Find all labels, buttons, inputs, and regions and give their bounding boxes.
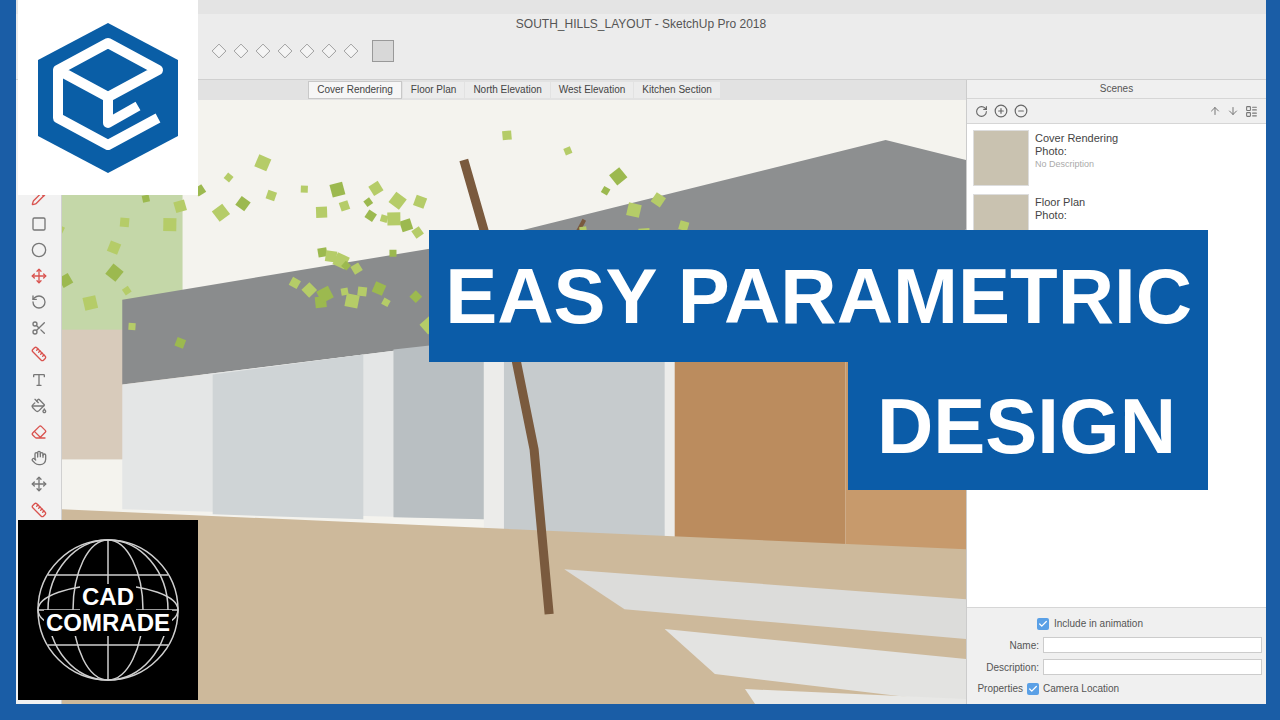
tool-icon[interactable]	[31, 216, 47, 232]
window-title: SOUTH_HILLS_LAYOUT - SketchUp Pro 2018	[16, 14, 1266, 34]
tool-icon[interactable]	[31, 268, 47, 284]
scene-item[interactable]: Cover RenderingPhoto:No Description	[967, 130, 1266, 186]
add-icon[interactable]	[994, 104, 1008, 118]
menu-bar	[16, 0, 1266, 14]
scene-photo-label: Photo:	[1035, 145, 1118, 158]
include-animation-label: Include in animation	[1054, 616, 1143, 631]
scenes-title: Scenes	[967, 80, 1266, 99]
field-input[interactable]	[1043, 637, 1262, 653]
property-label: Camera Location	[1043, 681, 1119, 696]
view-icons	[16, 34, 1266, 62]
move-up-icon[interactable]	[1209, 105, 1221, 117]
remove-icon[interactable]	[1014, 104, 1028, 118]
tool-icon[interactable]	[31, 320, 47, 336]
view-icon[interactable]	[344, 44, 359, 59]
scene-tab[interactable]: West Elevation	[551, 82, 634, 98]
tool-icon[interactable]	[31, 450, 47, 466]
scene-properties: Include in animation Name: Description: Pro…	[967, 608, 1266, 704]
scene-name: Cover Rendering	[1035, 132, 1118, 145]
properties-label: Properties	[967, 681, 1023, 696]
scene-tab[interactable]: Cover Rendering	[308, 81, 402, 99]
refresh-icon[interactable]	[975, 105, 988, 118]
tool-icon[interactable]	[31, 424, 47, 440]
view-icon[interactable]	[278, 44, 293, 59]
view-icon[interactable]	[234, 44, 249, 59]
field-label: Name:	[967, 638, 1039, 653]
badge-text: CAD	[80, 584, 136, 610]
tool-icon[interactable]	[31, 398, 47, 414]
view-icon[interactable]	[322, 44, 337, 59]
sketchup-logo	[18, 0, 198, 195]
title-banner: DESIGN	[848, 362, 1208, 490]
scene-tab[interactable]: Kitchen Section	[634, 82, 720, 98]
move-down-icon[interactable]	[1227, 105, 1239, 117]
tool-icon[interactable]	[31, 346, 47, 362]
scene-photo-label: Photo:	[1035, 209, 1085, 222]
thumbnail: SOUTH_HILLS_LAYOUT - SketchUp Pro 2018 Co…	[0, 0, 1280, 720]
scene-tab[interactable]: Floor Plan	[403, 82, 465, 98]
cad-comrade-logo: CADCOMRADE	[18, 520, 198, 700]
scene-name: Floor Plan	[1035, 196, 1085, 209]
title-banner: EASY PARAMETRIC	[429, 230, 1208, 362]
toolbar: SOUTH_HILLS_LAYOUT - SketchUp Pro 2018	[16, 14, 1266, 80]
tool-icon[interactable]	[31, 294, 47, 310]
view-icon[interactable]	[212, 44, 227, 59]
view-options-icon[interactable]	[1245, 105, 1258, 118]
tool-icon[interactable]	[31, 242, 47, 258]
view-icon[interactable]	[256, 44, 271, 59]
check-icon	[1028, 684, 1038, 694]
check-icon	[1038, 619, 1048, 629]
field-label: Description:	[967, 660, 1039, 675]
scene-tab[interactable]: North Elevation	[465, 82, 549, 98]
tool-icon[interactable]	[31, 502, 47, 518]
style-icon[interactable]	[372, 40, 394, 62]
tool-icon[interactable]	[31, 372, 47, 388]
scene-thumbnail	[973, 130, 1029, 186]
view-icon[interactable]	[300, 44, 315, 59]
include-animation-checkbox[interactable]	[1037, 618, 1049, 630]
property-checkbox[interactable]	[1027, 683, 1039, 695]
field-input[interactable]	[1043, 659, 1262, 675]
tool-icon[interactable]	[31, 476, 47, 492]
scenes-toolbar	[967, 99, 1266, 123]
scene-description: No Description	[1035, 158, 1118, 171]
badge-text: COMRADE	[44, 610, 172, 636]
sketchup-logo-icon	[33, 18, 183, 178]
